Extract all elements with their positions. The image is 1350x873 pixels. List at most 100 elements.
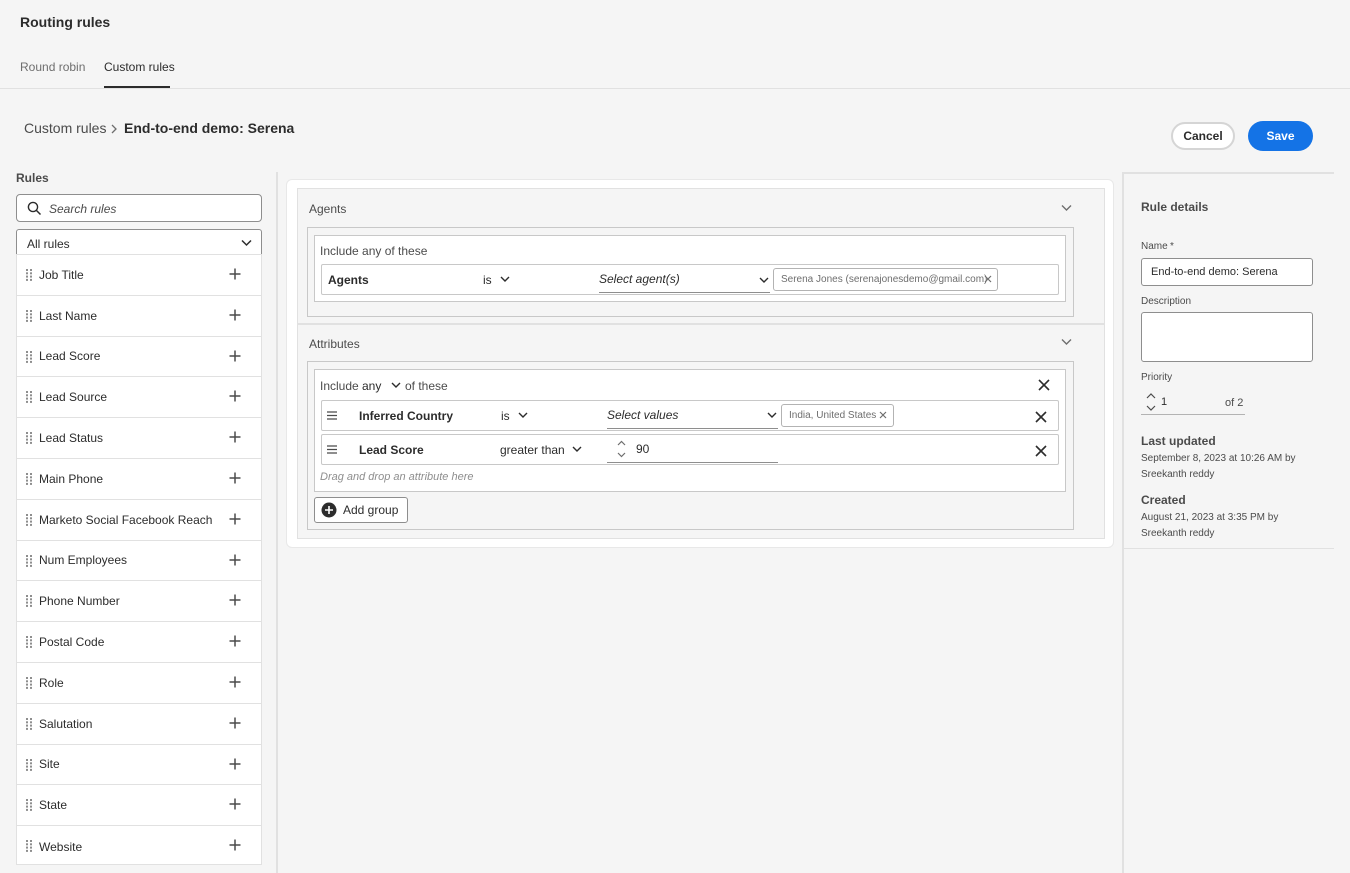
rule-item-label: Marketo Social Facebook Reach [39,512,213,527]
drag-handle-icon[interactable] [26,758,32,771]
add-icon[interactable] [229,594,241,606]
collapse-chevron-icon[interactable] [1061,204,1072,212]
add-icon[interactable] [229,798,241,810]
tab-round-robin[interactable]: Round robin [20,60,85,74]
rule-item-label: Website [39,839,83,854]
priority-stepper-icon[interactable] [1146,392,1156,412]
chevron-down-icon[interactable] [518,412,528,419]
search-input[interactable]: Search rules [16,194,262,222]
include-mode-select[interactable]: any [362,379,381,393]
add-icon[interactable] [229,431,241,443]
chevron-down-icon[interactable] [391,382,401,389]
rule-list-item[interactable]: Role [17,663,261,704]
rule-list-item[interactable]: Job Title [17,255,261,296]
include-prefix: Include [320,379,359,393]
condition-operator[interactable]: is [483,273,492,287]
add-icon[interactable] [229,635,241,647]
drag-handle-icon[interactable] [26,799,32,812]
stepper-icon[interactable] [617,440,626,458]
rule-list-item[interactable]: Marketo Social Facebook Reach [17,500,261,541]
drag-handle-icon[interactable] [26,472,32,485]
number-input[interactable] [607,440,778,463]
add-icon[interactable] [229,717,241,729]
add-icon[interactable] [229,268,241,280]
chevron-down-icon[interactable] [500,276,510,283]
add-icon[interactable] [229,350,241,362]
panel-divider [1122,548,1334,549]
description-label: Description [1141,296,1192,307]
priority-field[interactable] [1141,414,1245,415]
priority-label: Priority [1141,372,1173,383]
drag-handle-icon[interactable] [26,309,32,322]
rule-list-item[interactable]: Phone Number [17,581,261,623]
include-suffix: of these [405,379,448,393]
drag-handle-icon[interactable] [26,595,32,608]
drag-handle-icon[interactable] [26,636,32,649]
rule-item-label: Num Employees [39,553,128,568]
drag-handle-icon[interactable] [26,554,32,567]
rules-heading: Rules [16,171,49,185]
rule-list-item[interactable]: State [17,785,261,827]
remove-tag-icon[interactable] [984,275,992,283]
chevron-down-icon[interactable] [759,277,769,284]
close-icon[interactable] [1035,411,1047,423]
add-icon[interactable] [229,472,241,484]
add-icon[interactable] [229,758,241,770]
breadcrumb-current: End-to-end demo: Serena [124,120,295,136]
breadcrumb-parent-link[interactable]: Custom rules [24,120,106,136]
remove-tag-icon[interactable] [879,411,887,419]
rule-list-item[interactable]: Salutation [17,704,261,745]
chevron-down-icon[interactable] [767,412,777,419]
rule-list-item[interactable]: Lead Source [17,377,261,419]
rule-item-label: Job Title [39,267,84,282]
add-icon[interactable] [229,513,241,525]
add-icon[interactable] [229,309,241,321]
rule-list-item[interactable]: Num Employees [17,541,261,582]
page-title: Routing rules [20,14,111,30]
add-icon[interactable] [229,390,241,402]
rule-list-item[interactable]: Website [17,826,261,867]
collapse-chevron-icon[interactable] [1061,338,1072,346]
description-field[interactable] [1141,312,1313,362]
drag-handle-icon[interactable] [26,350,32,363]
chevron-down-icon [241,239,252,247]
rule-list-item[interactable]: Site [17,745,261,786]
add-icon[interactable] [229,839,241,851]
drag-handle-icon[interactable] [327,411,337,420]
drag-handle-icon[interactable] [26,513,32,526]
close-icon[interactable] [1035,445,1047,457]
header-divider [0,88,1350,89]
rule-item-label: Lead Source [39,390,108,405]
rule-list-item[interactable]: Lead Status [17,418,261,459]
drag-handle-icon[interactable] [26,840,32,853]
rules-filter-value: All rules [27,237,70,251]
rules-filter-select[interactable]: All rules [16,229,262,257]
cancel-button[interactable]: Cancel [1171,122,1235,150]
save-button[interactable]: Save [1248,121,1313,151]
condition-field: Lead Score [359,443,424,457]
rule-list-item[interactable]: Main Phone [17,459,261,500]
chevron-down-icon[interactable] [572,446,582,453]
rule-list-item[interactable]: Lead Score [17,337,261,378]
condition-field: Agents [328,273,369,287]
condition-operator[interactable]: is [501,409,510,423]
rule-list-item[interactable]: Postal Code [17,622,261,663]
add-icon[interactable] [229,554,241,566]
drag-handle-icon[interactable] [26,432,32,445]
drag-handle-icon[interactable] [26,676,32,689]
condition-operator[interactable]: greater than [500,443,565,457]
tab-custom-rules[interactable]: Custom rules [104,60,175,74]
drag-handle-icon[interactable] [327,445,337,454]
drag-handle-icon[interactable] [26,269,32,281]
rule-details-heading: Rule details [1141,200,1209,214]
created-label: Created [1141,493,1186,507]
rule-item-label: Lead Score [39,349,101,364]
add-icon[interactable] [229,676,241,688]
drag-handle-icon[interactable] [26,391,32,404]
rule-item-label: State [39,798,68,813]
rule-list-item[interactable]: Last Name [17,296,261,337]
last-updated-label: Last updated [1141,434,1216,448]
drag-handle-icon[interactable] [26,717,32,730]
close-icon[interactable] [1038,379,1050,391]
rule-item-label: Main Phone [39,471,104,486]
